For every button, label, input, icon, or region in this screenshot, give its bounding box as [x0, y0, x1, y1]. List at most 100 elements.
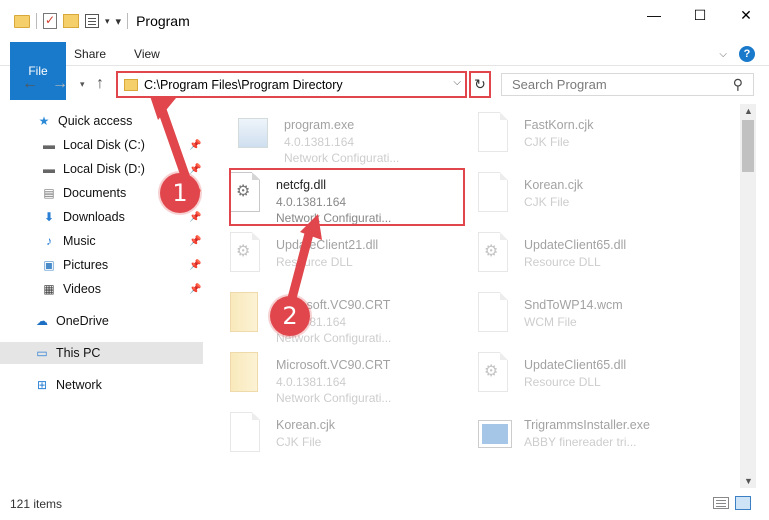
pin-icon[interactable]: 📌: [189, 260, 201, 271]
chevron-down-icon[interactable]: ⌵: [453, 77, 461, 88]
file-name: UpdateClient65.dll: [524, 358, 627, 372]
tab-view[interactable]: View: [120, 42, 174, 65]
sidebar-item-videos[interactable]: ▦ Videos 📌: [0, 278, 203, 300]
file-version: 4.0.1381.164: [284, 135, 355, 149]
scroll-down-icon[interactable]: ▼: [744, 476, 753, 486]
step-badge-1: 1: [160, 173, 200, 213]
sidebar-item-label: Music: [63, 234, 96, 248]
up-arrow-icon[interactable]: ↑: [96, 75, 104, 93]
executable-icon: [238, 112, 272, 158]
file-name: FastKorn.cjk: [524, 118, 594, 132]
refresh-button[interactable]: ↻: [469, 71, 491, 98]
expand-ribbon-icon[interactable]: ⌵: [719, 49, 727, 60]
sidebar-item-pictures[interactable]: ▣ Pictures 📌: [0, 254, 203, 276]
sidebar-item-label: Documents: [63, 186, 127, 200]
pin-icon[interactable]: 📌: [189, 164, 201, 175]
file-item-updateclient21-dll[interactable]: ⚙ UpdateClient21.dll Resource DLL: [210, 228, 450, 286]
pin-icon[interactable]: 📌: [189, 212, 201, 223]
customize-toolbar-icon[interactable]: ▾: [116, 15, 122, 28]
pin-icon[interactable]: 📌: [189, 140, 201, 151]
sidebar-item-quick-access[interactable]: ★ Quick access: [0, 110, 203, 132]
window-title: Program: [136, 13, 190, 29]
file-item-updateclient65-dll-2[interactable]: ⚙ UpdateClient65.dll Resource DLL: [458, 348, 698, 406]
file-item-sndtowp14-wcm[interactable]: SndToWP14.wcm WCM File: [458, 288, 698, 346]
details-view-icon[interactable]: [713, 497, 729, 509]
file-type: WCM File: [524, 315, 577, 329]
sidebar-item-label: OneDrive: [56, 314, 109, 328]
folder-icon: [14, 14, 30, 28]
search-input[interactable]: Search Program ⚲: [501, 73, 754, 96]
search-icon[interactable]: ⚲: [733, 76, 743, 93]
recent-locations-icon[interactable]: ▾: [80, 79, 85, 90]
back-arrow-icon[interactable]: ←: [22, 75, 38, 93]
sidebar-item-local-disk-c[interactable]: ▬ Local Disk (C:) 📌: [0, 134, 203, 156]
chevron-down-icon[interactable]: ▾: [105, 16, 110, 27]
separator: [36, 13, 37, 29]
installer-icon: [478, 412, 512, 458]
quick-access-toolbar: ✓ ▾ ▾: [14, 13, 129, 29]
sidebar-item-onedrive[interactable]: ☁ OneDrive: [0, 310, 203, 332]
file-item-microsoft-vc90-crt-2[interactable]: Microsoft.VC90.CRT 4.0.1381.164 Network …: [210, 348, 450, 406]
cloud-icon: ☁: [36, 314, 48, 328]
pin-icon[interactable]: 📌: [189, 236, 201, 247]
sidebar-item-label: Network: [56, 378, 102, 392]
tiles-view-icon[interactable]: [735, 496, 751, 510]
file-name: UpdateClient21.dll: [276, 238, 379, 252]
file-list: program.exe 4.0.1381.164 Network Configu…: [210, 100, 740, 484]
pictures-icon: ▣: [43, 258, 55, 272]
videos-icon: ▦: [43, 282, 55, 296]
scroll-up-icon[interactable]: ▲: [744, 106, 753, 116]
sidebar-item-label: Local Disk (D:): [63, 162, 145, 176]
drive-icon: ▬: [43, 138, 55, 152]
file-item-microsoft-vc90-crt[interactable]: Microsoft.VC90.CRT 4.0.1381.164 Network …: [210, 288, 450, 346]
sidebar-item-this-pc[interactable]: ▭ This PC: [0, 342, 203, 364]
properties-icon[interactable]: [85, 14, 99, 28]
star-icon: ★: [38, 114, 50, 128]
ribbon-tabs: File Home Share View ⌵ ?: [0, 42, 769, 100]
pin-icon[interactable]: 📌: [189, 284, 201, 295]
file-description: Network Configurati...: [276, 391, 392, 405]
maximize-button[interactable]: ☐: [677, 0, 723, 30]
dll-file-icon: ⚙: [478, 352, 512, 398]
status-bar: 121 items: [0, 488, 769, 520]
sidebar-item-label: Quick access: [58, 114, 133, 128]
file-type: Resource DLL: [524, 255, 601, 269]
address-bar[interactable]: C:\Program Files\Program Directory ⌵: [116, 71, 467, 98]
file-icon: [230, 412, 264, 458]
downloads-icon: ⬇: [43, 210, 55, 224]
help-icon[interactable]: ?: [739, 46, 755, 62]
properties-check-icon[interactable]: ✓: [43, 13, 57, 29]
file-description: ABBY finereader tri...: [524, 435, 637, 449]
file-description: Network Configurati...: [284, 151, 400, 165]
forward-arrow-icon[interactable]: →: [52, 75, 68, 93]
minimize-button[interactable]: —: [631, 0, 677, 30]
file-item-program-exe[interactable]: program.exe 4.0.1381.164 Network Configu…: [218, 108, 458, 166]
folder-icon: [230, 292, 264, 338]
sidebar-item-music[interactable]: ♪ Music 📌: [0, 230, 203, 252]
file-item-korean-cjk[interactable]: Korean.cjk CJK File: [210, 408, 450, 466]
vertical-scrollbar[interactable]: ▲ ▼: [740, 104, 756, 488]
close-button[interactable]: ✕: [723, 0, 769, 30]
sidebar-item-label: Downloads: [63, 210, 125, 224]
file-name: SndToWP14.wcm: [524, 298, 623, 312]
file-type: Resource DLL: [276, 255, 353, 269]
file-name: UpdateClient65.dll: [524, 238, 627, 252]
new-folder-icon[interactable]: [63, 14, 79, 28]
file-item-trigrammsinstaller-exe[interactable]: TrigrammsInstaller.exe ABBY finereader t…: [458, 408, 698, 466]
network-icon: ⊞: [36, 378, 48, 392]
file-item-korean-cjk-2[interactable]: Korean.cjk CJK File: [458, 168, 698, 226]
sidebar-item-network[interactable]: ⊞ Network: [0, 374, 203, 396]
documents-icon: ▤: [43, 186, 55, 200]
file-name: Microsoft.VC90.CRT: [276, 358, 391, 372]
file-version: 4.0.1381.164: [276, 375, 347, 389]
scroll-thumb[interactable]: [742, 120, 754, 172]
file-highlight-box: [229, 168, 465, 226]
file-type: Resource DLL: [524, 375, 601, 389]
file-item-fastkorn-cjk[interactable]: FastKorn.cjk CJK File: [458, 108, 698, 166]
drive-icon: ▬: [43, 162, 55, 176]
sidebar-item-label: This PC: [56, 346, 101, 360]
file-item-updateclient65-dll[interactable]: ⚙ UpdateClient65.dll Resource DLL: [458, 228, 698, 286]
tab-share[interactable]: Share: [60, 42, 120, 65]
address-path[interactable]: C:\Program Files\Program Directory: [144, 78, 343, 92]
dll-file-icon: ⚙: [478, 232, 512, 278]
